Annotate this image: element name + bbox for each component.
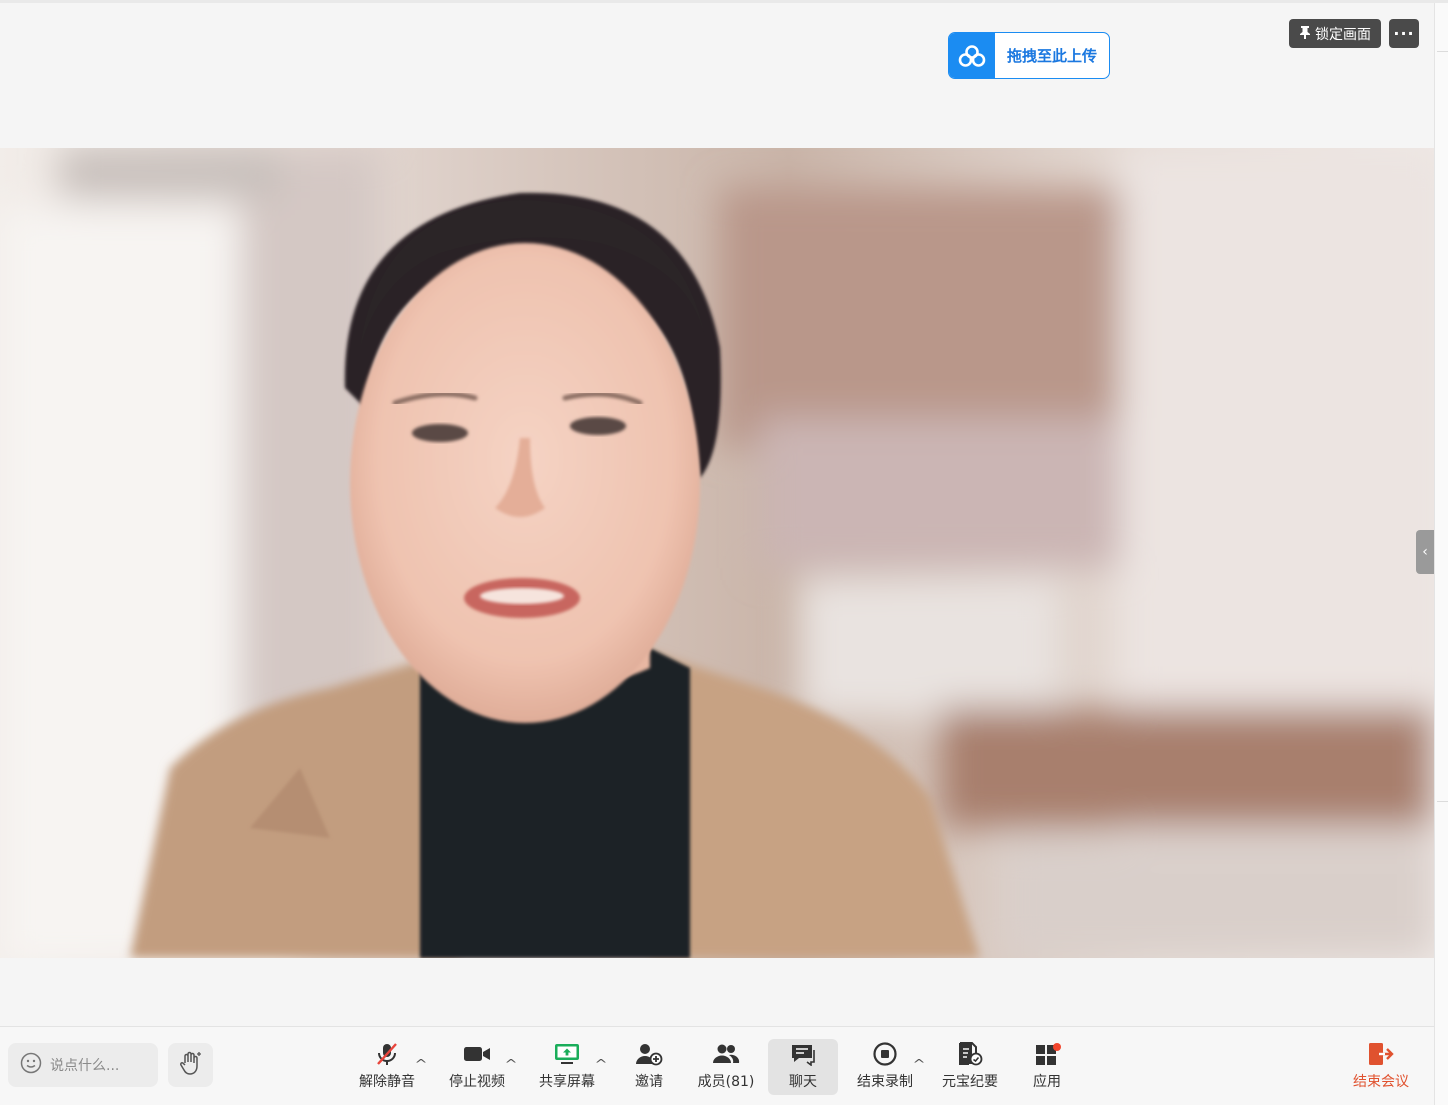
end-meeting-label: 结束会议 [1353,1074,1409,1090]
stop-recording-label: 结束录制 [857,1074,913,1090]
end-meeting-button[interactable]: 结束会议 [1348,1039,1414,1095]
members-icon [711,1039,741,1069]
record-icon [872,1039,898,1069]
recording-options-caret[interactable]: ^ [912,1057,925,1071]
muted-mic-icon [374,1039,400,1069]
upload-label: 拖拽至此上传 [1006,47,1097,65]
lock-view-button[interactable]: 锁定画面 [1289,19,1381,48]
members-button[interactable]: 成员(81) [694,1039,758,1095]
raise-hand-button[interactable] [168,1043,213,1087]
right-edge-strip [1434,3,1448,1105]
top-border [0,0,1448,3]
share-screen-label: 共享屏幕 [539,1074,595,1090]
upload-drop-button[interactable]: 拖拽至此上传 [948,32,1110,79]
share-options-caret[interactable]: ^ [594,1057,607,1071]
share-screen-button[interactable]: 共享屏幕 [536,1039,598,1095]
cloud-drive-icon [949,33,995,78]
meeting-toolbar: 说点什么... 解除静音 ^ 停止视频 ^ 共享屏幕 ^ 邀请 成员(81) 聊… [0,1026,1434,1105]
share-screen-icon [554,1039,580,1069]
speaker-video [0,148,1434,958]
video-frame-illustration [0,148,1434,958]
stop-recording-button[interactable]: 结束录制 [854,1039,916,1095]
meeting-minutes-button[interactable]: 元宝纪要 [940,1039,1000,1095]
edge-tick [1437,801,1448,802]
ai-minutes-icon [957,1039,983,1069]
apps-label: 应用 [1033,1074,1061,1090]
raise-hand-icon [179,1050,203,1080]
meeting-minutes-label: 元宝纪要 [942,1074,998,1090]
invite-button[interactable]: 邀请 [626,1039,672,1095]
apps-button[interactable]: 应用 [1024,1039,1070,1095]
unmute-button[interactable]: 解除静音 [356,1039,418,1095]
stop-video-button[interactable]: 停止视频 [446,1039,508,1095]
apps-notification-dot [1053,1043,1061,1051]
more-options-button[interactable]: ··· [1389,19,1419,48]
edge-tick [1437,51,1448,52]
chat-placeholder: 说点什么... [50,1058,120,1074]
unmute-label: 解除静音 [359,1074,415,1090]
side-panel-toggle[interactable]: ‹ [1416,530,1434,574]
meeting-window: 拖拽至此上传 锁定画面 ··· ‹ 说点什么... 解除静音 ^ 停止视频 ^ … [0,0,1448,1105]
video-options-caret[interactable]: ^ [504,1057,517,1071]
quick-chat-input[interactable]: 说点什么... [8,1043,158,1087]
video-camera-icon [463,1039,491,1069]
pin-icon [1299,25,1311,43]
chevron-left-icon: ‹ [1422,544,1428,560]
stop-video-label: 停止视频 [449,1074,505,1090]
chat-bubble-icon [790,1039,816,1069]
lock-view-label: 锁定画面 [1315,26,1371,43]
invite-label: 邀请 [635,1074,663,1090]
members-label: 成员(81) [697,1074,755,1090]
add-user-icon [635,1039,663,1069]
chat-button[interactable]: 聊天 [768,1039,838,1095]
audio-options-caret[interactable]: ^ [414,1057,427,1071]
exit-icon [1367,1039,1395,1069]
chat-label: 聊天 [789,1074,817,1090]
emoji-icon[interactable] [20,1052,42,1078]
